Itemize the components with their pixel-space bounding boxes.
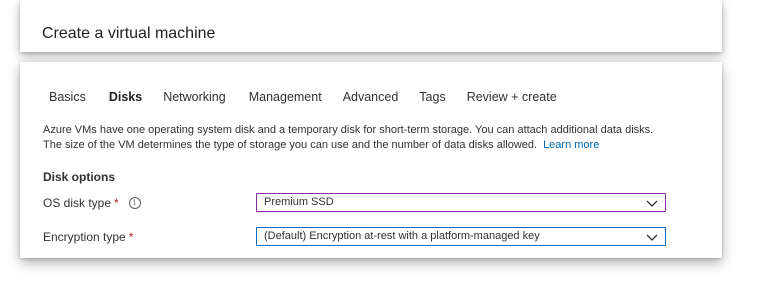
tab-disks[interactable]: Disks bbox=[109, 90, 142, 110]
required-asterisk: * bbox=[128, 230, 134, 244]
tab-bar: Basics Disks Networking Management Advan… bbox=[49, 90, 557, 110]
encryption-type-select[interactable]: (Default) Encryption at-rest with a plat… bbox=[256, 227, 666, 246]
learn-more-link[interactable]: Learn more bbox=[543, 139, 599, 151]
tab-review-create[interactable]: Review + create bbox=[467, 90, 557, 110]
chevron-down-icon bbox=[646, 234, 658, 241]
disks-description: Azure VMs have one operating system disk… bbox=[43, 123, 713, 152]
os-disk-type-label-text: OS disk type bbox=[43, 196, 112, 210]
encryption-type-label: Encryption type * bbox=[43, 230, 133, 244]
tab-advanced[interactable]: Advanced bbox=[343, 90, 399, 110]
tab-networking[interactable]: Networking bbox=[163, 90, 226, 110]
page-title: Create a virtual machine bbox=[42, 25, 216, 42]
description-line-1: Azure VMs have one operating system disk… bbox=[43, 124, 654, 136]
tab-basics[interactable]: Basics bbox=[49, 90, 86, 110]
chevron-down-icon bbox=[646, 200, 658, 207]
encryption-type-label-text: Encryption type bbox=[43, 230, 126, 244]
encryption-type-value: (Default) Encryption at-rest with a plat… bbox=[264, 230, 540, 242]
os-disk-type-select[interactable]: Premium SSD bbox=[256, 193, 666, 212]
info-icon[interactable]: i bbox=[128, 197, 141, 209]
disk-options-heading: Disk options bbox=[43, 170, 116, 184]
tab-tags[interactable]: Tags bbox=[419, 90, 445, 110]
os-disk-type-value: Premium SSD bbox=[264, 196, 334, 208]
screenshot-stage: Create a virtual machine Basics Disks Ne… bbox=[0, 0, 765, 300]
disks-form-card: Basics Disks Networking Management Advan… bbox=[20, 62, 722, 258]
os-disk-type-label: OS disk type * i bbox=[43, 196, 141, 210]
required-asterisk: * bbox=[114, 196, 119, 210]
tab-management[interactable]: Management bbox=[249, 90, 322, 110]
title-card: Create a virtual machine bbox=[20, 0, 722, 52]
description-line-2: The size of the VM determines the type o… bbox=[43, 138, 713, 153]
description-line-2-text: The size of the VM determines the type o… bbox=[43, 138, 538, 151]
